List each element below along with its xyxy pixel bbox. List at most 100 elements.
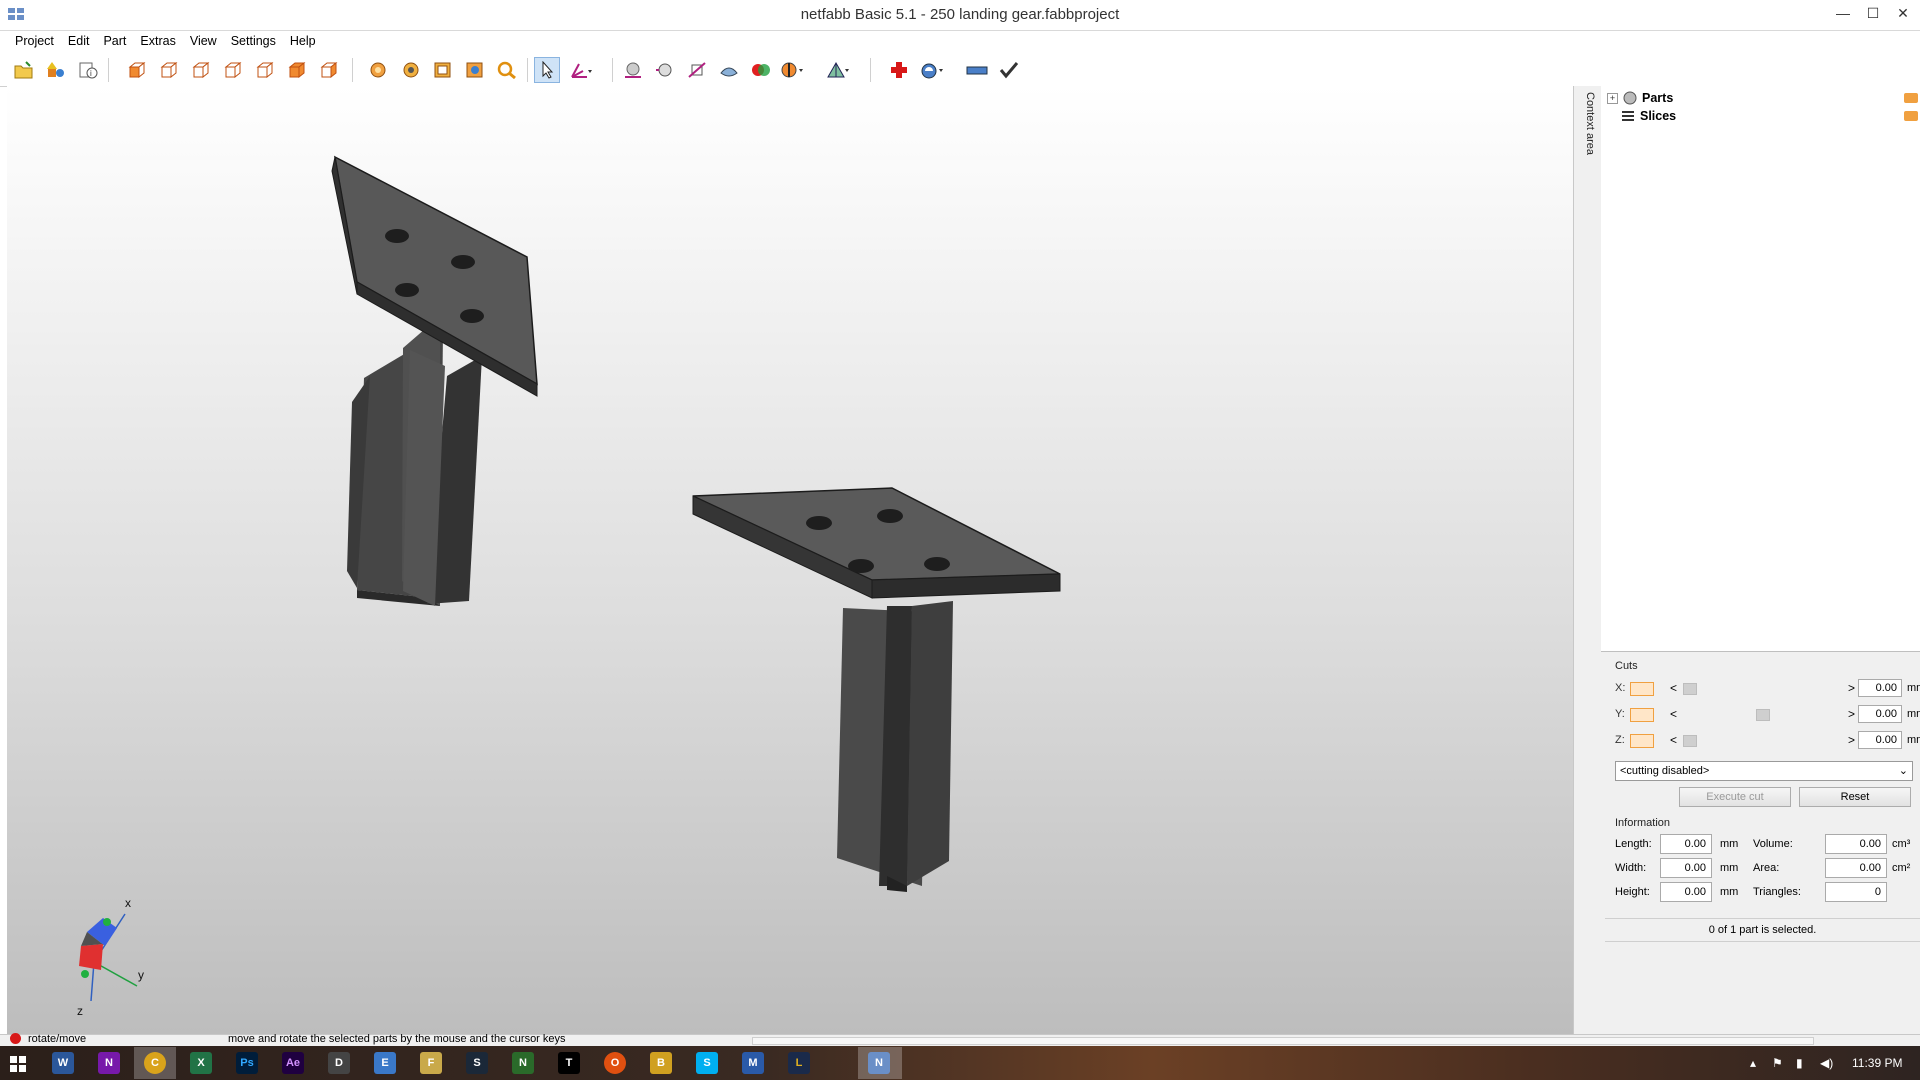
taskbar-clock[interactable]: 11:39 PM xyxy=(1852,1056,1902,1070)
cut-x-value[interactable]: 0.00 xyxy=(1858,679,1902,697)
zoom-window-icon[interactable] xyxy=(430,57,456,83)
menu-settings[interactable]: Settings xyxy=(224,31,283,51)
terminal-icon[interactable]: T xyxy=(558,1052,580,1074)
rotate-move-icon[interactable] xyxy=(568,57,594,83)
execute-cut-button[interactable]: Execute cut xyxy=(1679,787,1791,807)
light-icon[interactable] xyxy=(652,57,678,83)
context-area-tab[interactable]: Context area xyxy=(1580,92,1596,172)
app-m-icon[interactable]: M xyxy=(742,1052,764,1074)
view-bottom-icon[interactable] xyxy=(284,57,310,83)
app-l-icon[interactable]: L xyxy=(788,1052,810,1074)
menu-help[interactable]: Help xyxy=(283,31,323,51)
analysis-icon[interactable] xyxy=(920,57,946,83)
explorer-icon[interactable]: E xyxy=(374,1052,396,1074)
tree-label-parts: Parts xyxy=(1642,91,1674,105)
menu-part[interactable]: Part xyxy=(96,31,133,51)
netfabb-icon[interactable]: N xyxy=(868,1052,890,1074)
app-d-icon[interactable]: D xyxy=(328,1052,350,1074)
cut-z-decrease[interactable]: < xyxy=(1670,733,1677,747)
folder-icon[interactable]: F xyxy=(420,1052,442,1074)
shading-icon[interactable] xyxy=(716,57,742,83)
view-back-icon[interactable] xyxy=(156,57,182,83)
cut-y-slider[interactable] xyxy=(1683,709,1843,721)
view-top-icon[interactable] xyxy=(252,57,278,83)
start-icon[interactable] xyxy=(10,1056,26,1072)
tray-flag-icon[interactable]: ⚑ xyxy=(1772,1056,1783,1070)
menu-project[interactable]: Project xyxy=(8,31,61,51)
cut-x-slider[interactable] xyxy=(1683,683,1843,695)
close-button[interactable]: ✕ xyxy=(1886,0,1920,26)
cut-z-increase[interactable]: > xyxy=(1848,733,1855,747)
measure-icon[interactable] xyxy=(684,57,710,83)
tray-network-icon[interactable]: ▮ xyxy=(1796,1056,1803,1070)
origin-icon[interactable]: O xyxy=(604,1052,626,1074)
cut-x-toggle[interactable] xyxy=(1630,682,1654,696)
height-value: 0.00 xyxy=(1660,882,1712,902)
section-icon[interactable] xyxy=(780,57,806,83)
cut-z-value[interactable]: 0.00 xyxy=(1858,731,1902,749)
tree-item-parts[interactable]: + Parts xyxy=(1607,89,1673,107)
slider-thumb[interactable] xyxy=(1756,709,1770,721)
app-b-icon[interactable]: B xyxy=(650,1052,672,1074)
minimize-button[interactable]: — xyxy=(1826,0,1860,26)
cut-y-toggle[interactable] xyxy=(1630,708,1654,722)
menu-view[interactable]: View xyxy=(183,31,224,51)
view-left-icon[interactable] xyxy=(188,57,214,83)
steam-icon[interactable]: S xyxy=(466,1052,488,1074)
cut-axis-label: Y: xyxy=(1615,708,1625,720)
zoom-icon[interactable] xyxy=(494,57,520,83)
word-icon[interactable]: W xyxy=(52,1052,74,1074)
after-effects-icon[interactable]: Ae xyxy=(282,1052,304,1074)
mesh-icon[interactable] xyxy=(826,57,852,83)
maximize-button[interactable]: ☐ xyxy=(1856,0,1890,26)
panel-splitter[interactable] xyxy=(1573,86,1603,1034)
excel-icon[interactable]: X xyxy=(190,1052,212,1074)
3d-viewport[interactable]: x y z xyxy=(7,86,1573,1034)
ruler-icon[interactable] xyxy=(964,57,990,83)
tray-up-arrow-icon[interactable]: ▴ xyxy=(1750,1056,1756,1070)
open-project-icon[interactable] xyxy=(11,57,37,83)
photoshop-icon[interactable]: Ps xyxy=(236,1052,258,1074)
cut-y-increase[interactable]: > xyxy=(1848,707,1855,721)
colors-icon[interactable] xyxy=(748,57,774,83)
view-perspective-icon[interactable] xyxy=(316,57,342,83)
repair-icon[interactable] xyxy=(886,57,912,83)
landing-gear-part-1[interactable] xyxy=(331,155,538,606)
cut-x-increase[interactable]: > xyxy=(1848,681,1855,695)
status-hint: move and rotate the selected parts by th… xyxy=(228,1033,566,1045)
project-info-icon[interactable]: i xyxy=(75,57,101,83)
zoom-selection-icon[interactable] xyxy=(398,57,424,83)
cut-z-slider[interactable] xyxy=(1683,735,1843,747)
tray-volume-icon[interactable]: ◀) xyxy=(1820,1056,1833,1070)
check-icon[interactable] xyxy=(996,57,1022,83)
add-part-icon[interactable] xyxy=(43,57,69,83)
landing-gear-part-2[interactable] xyxy=(692,487,1061,892)
cut-y-decrease[interactable]: < xyxy=(1670,707,1677,721)
expand-icon[interactable]: + xyxy=(1607,92,1618,104)
reset-button[interactable]: Reset xyxy=(1799,787,1911,807)
unit-label: mm xyxy=(1907,734,1920,746)
render-mode-icon[interactable] xyxy=(620,57,646,83)
select-pointer-icon[interactable] xyxy=(534,57,560,83)
menu-extras[interactable]: Extras xyxy=(133,31,182,51)
zoom-all-icon[interactable] xyxy=(366,57,392,83)
cut-y-value[interactable]: 0.00 xyxy=(1858,705,1902,723)
slices-icon xyxy=(1622,111,1634,121)
axis-y-label: y xyxy=(138,968,144,982)
view-right-icon[interactable] xyxy=(220,57,246,83)
slider-thumb[interactable] xyxy=(1683,735,1697,747)
zoom-shadow-icon[interactable] xyxy=(462,57,488,83)
chevron-down-icon: ⌄ xyxy=(1898,765,1908,777)
chrome-icon[interactable]: C xyxy=(144,1052,166,1074)
view-front-icon[interactable] xyxy=(124,57,150,83)
nvidia-icon[interactable]: N xyxy=(512,1052,534,1074)
menu-edit[interactable]: Edit xyxy=(61,31,97,51)
skype-icon[interactable]: S xyxy=(696,1052,718,1074)
status-mode: rotate/move xyxy=(28,1033,87,1045)
cut-mode-select[interactable]: <cutting disabled> ⌄ xyxy=(1615,761,1913,781)
cut-z-toggle[interactable] xyxy=(1630,734,1654,748)
onenote-icon[interactable]: N xyxy=(98,1052,120,1074)
cut-x-decrease[interactable]: < xyxy=(1670,681,1677,695)
slider-thumb[interactable] xyxy=(1683,683,1697,695)
tree-item-slices[interactable]: Slices xyxy=(1621,107,1676,125)
